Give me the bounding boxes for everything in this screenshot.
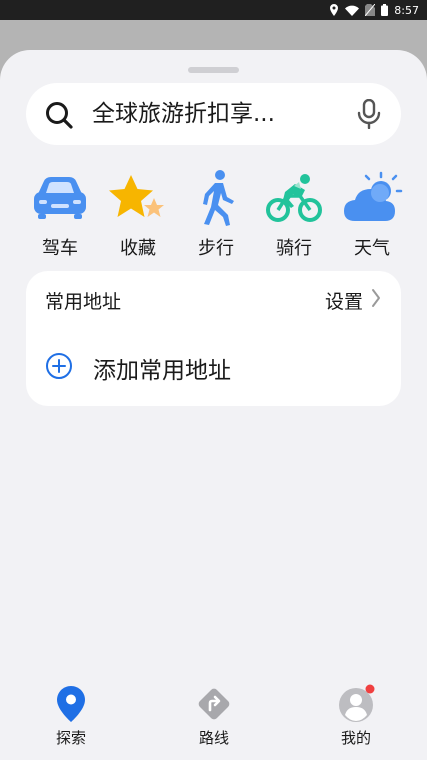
- drag-handle[interactable]: [188, 67, 239, 73]
- shortcut-weather[interactable]: 天气: [333, 168, 411, 264]
- search-bar[interactable]: 全球旅游折扣享...: [26, 83, 401, 145]
- add-address-label: 添加常用地址: [93, 358, 231, 384]
- star-icon: [99, 168, 177, 228]
- route-icon: [174, 684, 254, 724]
- status-time: 8:57: [394, 3, 419, 17]
- wifi-icon: [345, 5, 360, 16]
- add-common-address-button[interactable]: 添加常用地址: [45, 351, 231, 385]
- battery-icon: [381, 4, 389, 16]
- location-pin-icon: [31, 684, 111, 724]
- common-address-card: 常用地址 设置 添加常用地址: [26, 271, 401, 406]
- nav-label: 探索: [55, 729, 86, 747]
- weather-icon: [333, 168, 411, 228]
- no-sim-icon: [365, 4, 376, 16]
- shortcut-walk[interactable]: 步行: [177, 168, 255, 264]
- nav-label: 我的: [340, 729, 371, 747]
- mic-icon[interactable]: [356, 98, 382, 133]
- avatar-icon: [316, 684, 396, 724]
- shortcut-row: 驾车 收藏 步行 骑行 天气: [0, 168, 427, 264]
- search-icon: [44, 100, 74, 134]
- bottom-nav: 探索 路线 我的: [0, 684, 427, 760]
- nav-explore[interactable]: 探索: [31, 684, 111, 760]
- bottom-sheet: 全球旅游折扣享... 驾车 收藏 步行 骑行 天气 常用地址 设置 添加常用地址…: [0, 50, 427, 760]
- shortcut-drive[interactable]: 驾车: [21, 168, 99, 264]
- add-circle-icon: [45, 352, 73, 384]
- walk-icon: [177, 168, 255, 228]
- shortcut-label: 骑行: [276, 238, 312, 259]
- common-address-title: 常用地址: [45, 291, 122, 313]
- shortcut-label: 收藏: [120, 238, 156, 259]
- settings-label: 设置: [324, 291, 363, 313]
- shortcut-label: 步行: [198, 238, 234, 259]
- nav-label: 路线: [198, 729, 229, 747]
- location-icon: [329, 4, 339, 16]
- chevron-right-icon: [371, 288, 381, 313]
- shortcut-label: 驾车: [42, 238, 78, 259]
- shortcut-label: 天气: [354, 238, 390, 259]
- search-input[interactable]: 全球旅游折扣享...: [92, 83, 275, 145]
- nav-mine[interactable]: 我的: [316, 684, 396, 760]
- shortcut-bike[interactable]: 骑行: [255, 168, 333, 264]
- bike-icon: [255, 168, 333, 228]
- notification-badge: [365, 684, 375, 694]
- nav-route[interactable]: 路线: [174, 684, 254, 760]
- shortcut-favorites[interactable]: 收藏: [99, 168, 177, 264]
- settings-link[interactable]: 设置: [325, 287, 381, 314]
- status-bar: 8:57: [0, 0, 427, 20]
- car-icon: [21, 168, 99, 228]
